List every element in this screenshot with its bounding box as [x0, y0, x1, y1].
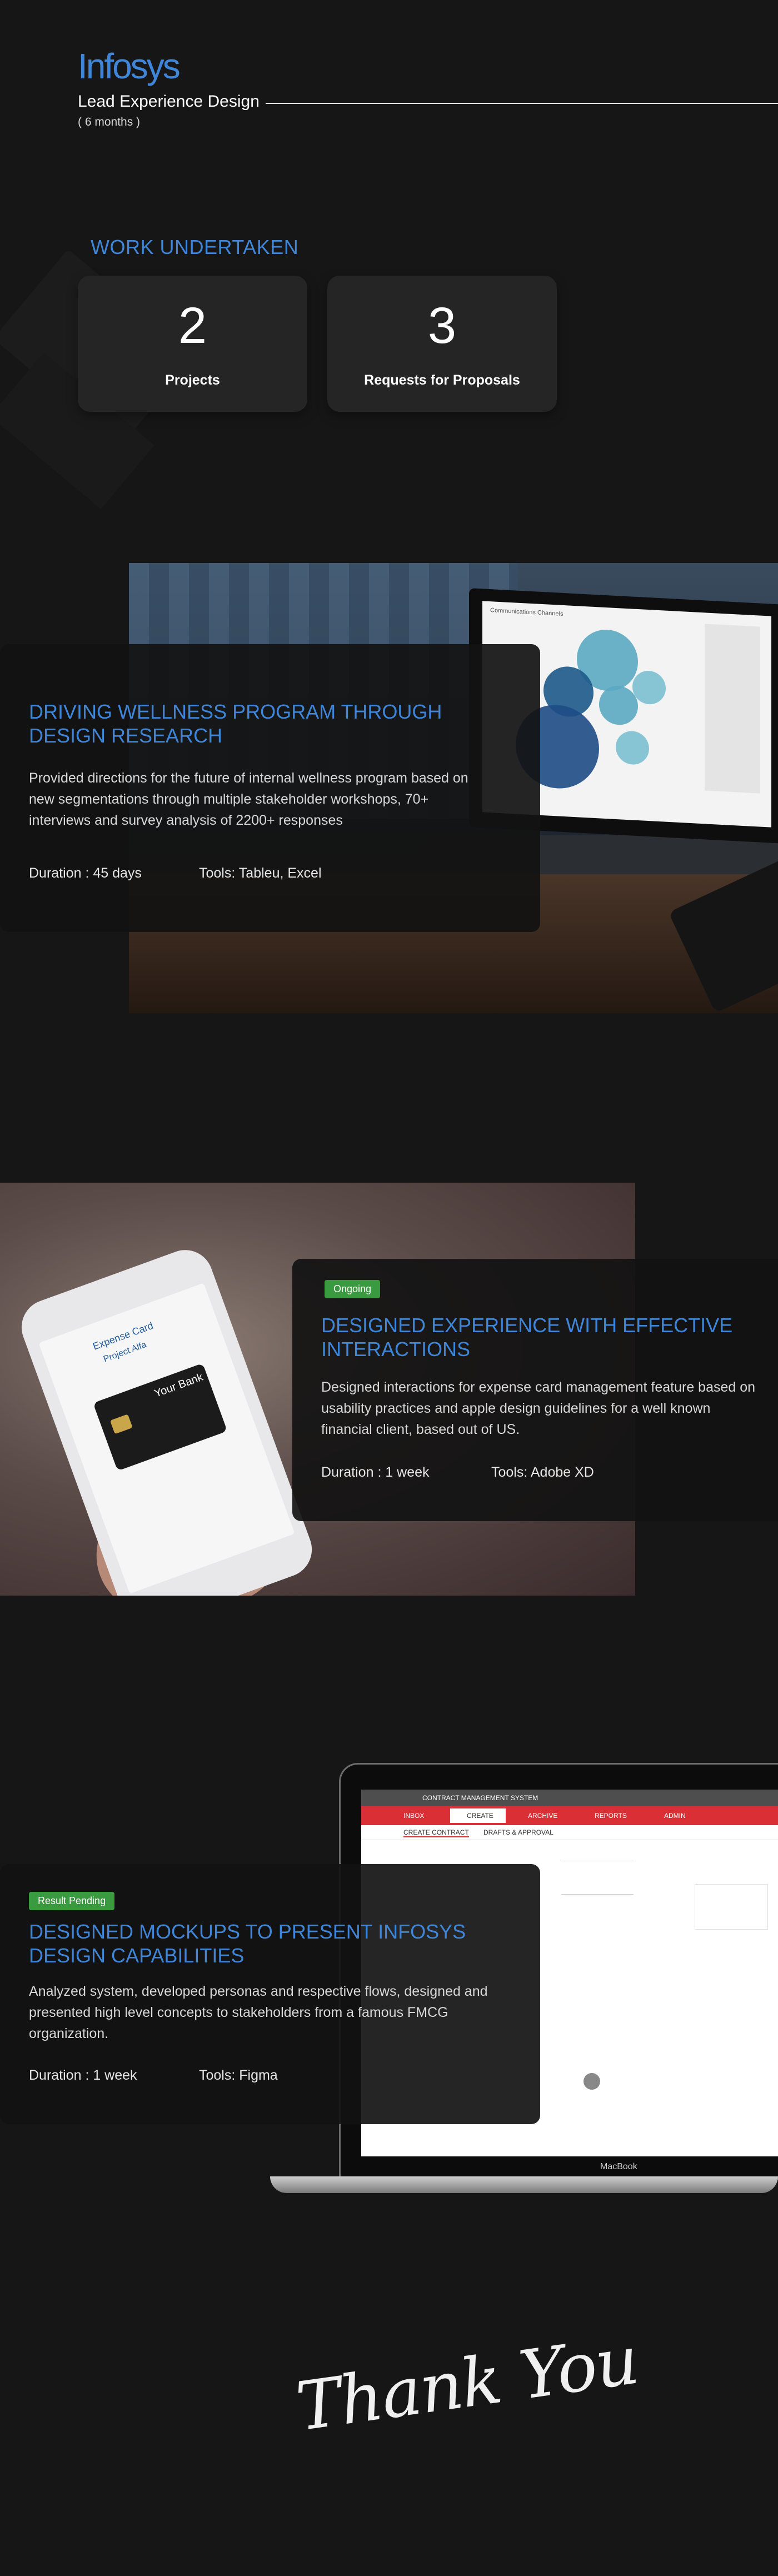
role-title: Lead Experience Design	[78, 92, 260, 111]
app-nav: INBOX CREATE ARCHIVE REPORTS ADMIN	[361, 1806, 778, 1825]
card-chip	[109, 1414, 133, 1434]
project-description: Provided directions for the future of in…	[29, 770, 468, 828]
nav-item-create[interactable]: CREATE	[467, 1812, 493, 1820]
nav-item-active[interactable]: CREATE	[450, 1808, 506, 1823]
project-description: Designed interactions for expense card m…	[321, 1379, 756, 1437]
project-title: DRIVING WELLNESS PROGRAM THROUGH DESIGN …	[29, 700, 442, 747]
project-description: Analyzed system, developed personas and …	[29, 1984, 488, 2041]
app-tabs: CREATE CONTRACT DRAFTS & APPROVAL	[361, 1825, 778, 1840]
iphone: Expense Card Project Alfa Your Bank	[13, 1242, 320, 1596]
stat-card-rfps: 3 Requests for Proposals	[327, 276, 557, 412]
nav-item-admin[interactable]: ADMIN	[664, 1812, 686, 1820]
bank-name: Your Bank	[152, 1371, 205, 1400]
status-badge: Ongoing	[325, 1280, 381, 1298]
nav-item-archive[interactable]: ARCHIVE	[528, 1812, 557, 1820]
project-tools: Tools: Adobe XD	[491, 1464, 594, 1480]
project-title: DESIGNED MOCKUPS TO PRESENT INFOSYS DESI…	[29, 1920, 466, 1967]
work-undertaken-heading: WORK UNDERTAKEN	[91, 236, 299, 258]
project-duration: Duration : 45 days	[29, 865, 142, 881]
phone-screen: Expense Card Project Alfa Your Bank	[38, 1283, 295, 1594]
chart-bubble	[632, 670, 666, 705]
project-duration: Duration : 1 week	[321, 1464, 430, 1480]
project-tools: Tools: Tableu, Excel	[199, 865, 322, 881]
chart-bubble	[599, 685, 638, 726]
project-duration: Duration : 1 week	[29, 2067, 137, 2083]
app-title: CONTRACT MANAGEMENT SYSTEM	[422, 1794, 538, 1802]
stat-label: Requests for Proposals	[364, 372, 520, 388]
screen-caption: Communications Channels	[490, 607, 563, 617]
status-badge: Result Pending	[29, 1892, 115, 1910]
header-divider	[266, 103, 778, 104]
role-duration: ( 6 months )	[78, 116, 141, 128]
laptop-base	[270, 2176, 778, 2193]
stat-label: Projects	[165, 372, 220, 388]
company-logo: Infosys	[78, 46, 181, 86]
project-1-card: DRIVING WELLNESS PROGRAM THROUGH DESIGN …	[0, 644, 540, 932]
project-2-card: Ongoing DESIGNED EXPERIENCE WITH EFFECTI…	[292, 1259, 778, 1521]
chart-sidebar	[705, 624, 760, 794]
credit-card-image: Your Bank	[93, 1363, 228, 1471]
project-3-card: Result Pending DESIGNED MOCKUPS TO PRESE…	[0, 1864, 540, 2124]
side-panel	[695, 1884, 768, 1930]
avatar	[584, 2073, 600, 2090]
project-tools: Tools: Figma	[199, 2067, 278, 2083]
stat-value: 3	[427, 297, 457, 354]
chart-bubble	[616, 730, 649, 766]
nav-item-inbox[interactable]: INBOX	[403, 1812, 424, 1820]
stat-value: 2	[178, 297, 207, 354]
device-label: MacBook	[600, 2162, 637, 2171]
tab-create-contract[interactable]: CREATE CONTRACT	[403, 1828, 469, 1837]
project-title: DESIGNED EXPERIENCE WITH EFFECTIVE INTER…	[321, 1314, 733, 1361]
form-field	[561, 1851, 634, 1861]
thank-you-signature: Thank You	[292, 2321, 643, 2447]
form-field	[561, 1884, 634, 1895]
stat-card-projects: 2 Projects	[78, 276, 307, 412]
tab-drafts-approval[interactable]: DRAFTS & APPROVAL	[483, 1828, 553, 1836]
nav-item-reports[interactable]: REPORTS	[595, 1812, 627, 1820]
app-titlebar: CONTRACT MANAGEMENT SYSTEM	[361, 1790, 778, 1806]
